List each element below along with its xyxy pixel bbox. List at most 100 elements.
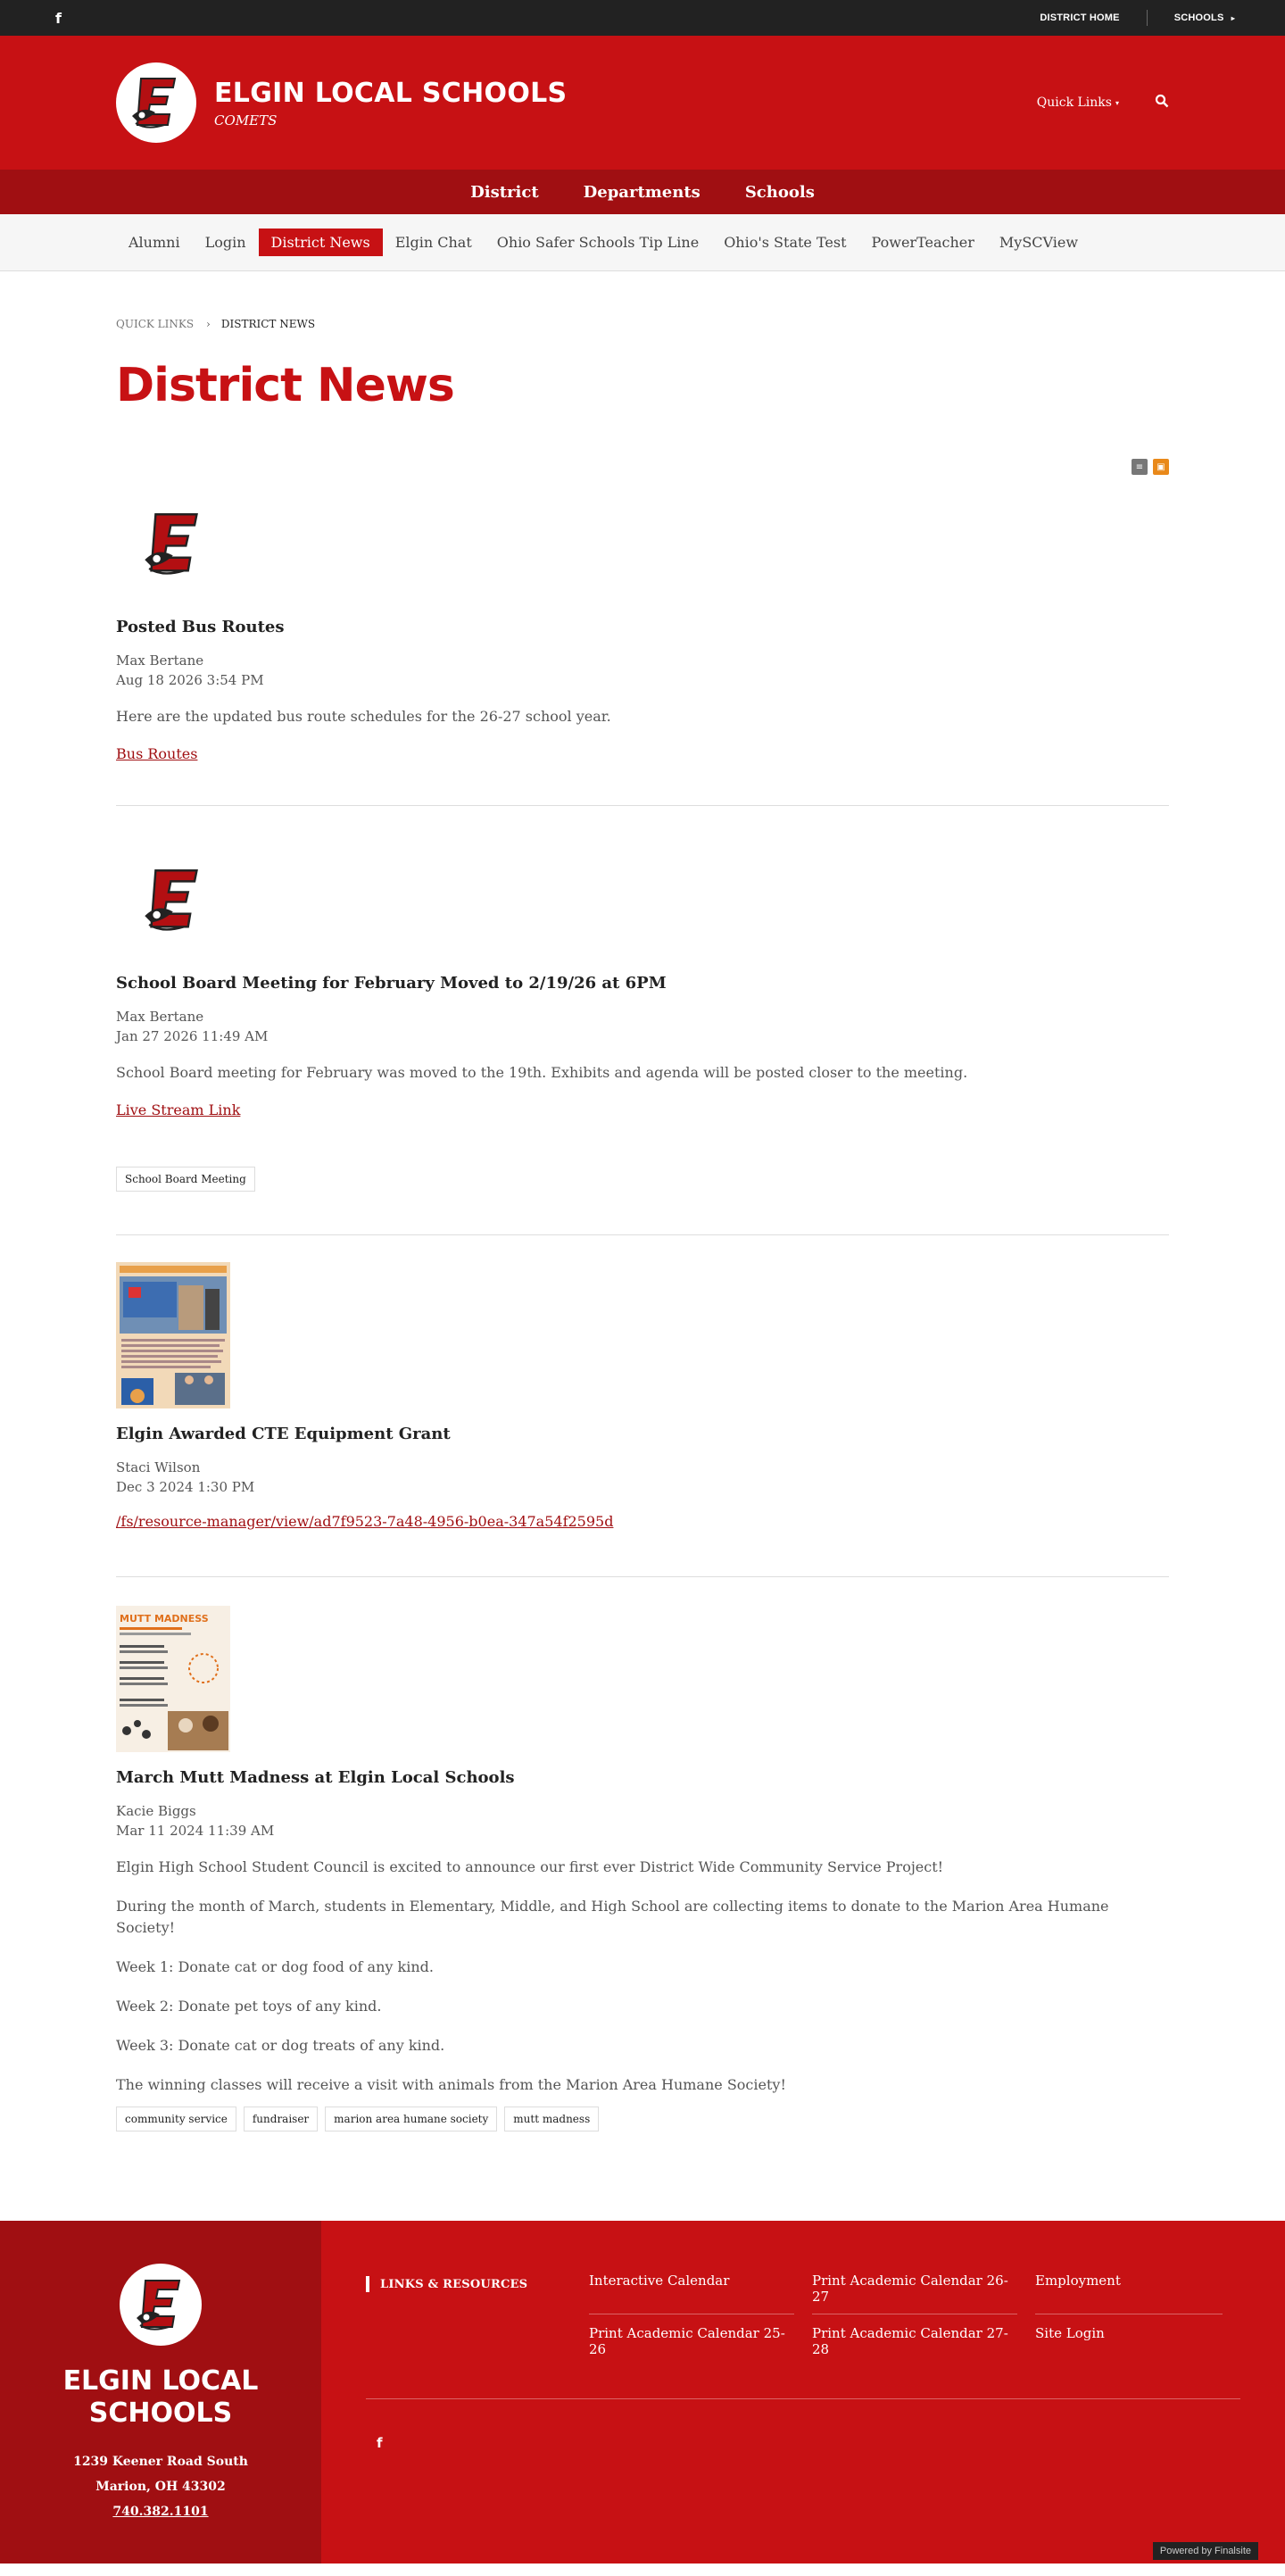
post-title[interactable]: March Mutt Madness at Elgin Local School… — [116, 1768, 1169, 1787]
footer-link[interactable]: Site Login — [1035, 2314, 1223, 2366]
footer-logo — [120, 2264, 202, 2346]
tag[interactable]: community service — [116, 2107, 236, 2131]
footer-brand: ELGIN LOCAL SCHOOLS 1239 Keener Road Sou… — [0, 2221, 321, 2564]
elgin-e-logo-icon — [132, 78, 177, 129]
subnav-district-news[interactable]: District News — [258, 229, 383, 256]
chevron-right-icon: › — [206, 318, 211, 330]
heading-bar — [366, 2276, 369, 2292]
post-title[interactable]: Elgin Awarded CTE Equipment Grant — [116, 1425, 1169, 1443]
subnav-myscview[interactable]: MySCView — [987, 229, 1090, 256]
post-author: Staci Wilson — [116, 1459, 201, 1475]
schools-dropdown[interactable]: SCHOOLS ▸ — [1174, 12, 1235, 23]
resource-link[interactable]: /fs/resource-manager/view/ad7f9523-7a48-… — [116, 1513, 613, 1530]
footer-link[interactable]: Print Academic Calendar 26-27 — [812, 2262, 1017, 2314]
quick-links-label: Quick Links — [1036, 96, 1112, 110]
post-thumbnail: MUTT MADNESS — [116, 1606, 230, 1752]
breadcrumb-current: DISTRICT NEWS — [220, 318, 316, 330]
footer-divider — [366, 2398, 1240, 2399]
post-date: Mar 11 2024 11:39 AM — [116, 1823, 275, 1839]
site-footer: ELGIN LOCAL SCHOOLS 1239 Keener Road Sou… — [0, 2221, 1285, 2564]
news-post: Posted Bus Routes Max Bertane Aug 18 202… — [116, 486, 1169, 806]
tag[interactable]: School Board Meeting — [116, 1167, 255, 1192]
elgin-e-logo-icon — [145, 869, 198, 931]
feed-icons: ≡ ▣ — [116, 459, 1169, 475]
live-stream-link[interactable]: Live Stream Link — [116, 1101, 240, 1118]
caret-down-icon: ▾ — [1115, 98, 1119, 107]
tag[interactable]: marion area humane society — [325, 2107, 498, 2131]
subnav-login[interactable]: Login — [193, 229, 259, 256]
caret-right-icon: ▸ — [1231, 14, 1235, 22]
site-tagline: COMETS — [214, 112, 278, 129]
post-author: Max Bertane — [116, 652, 204, 669]
post-logo — [116, 842, 232, 958]
bus-routes-link[interactable]: Bus Routes — [116, 745, 197, 762]
address-line: 1239 Keener Road South — [73, 2455, 248, 2469]
district-home-link[interactable]: DISTRICT HOME — [1040, 12, 1119, 23]
post-title[interactable]: School Board Meeting for February Moved … — [116, 974, 1169, 993]
nav-district[interactable]: District — [470, 183, 539, 202]
post-paragraph: Here are the updated bus route schedules… — [116, 708, 611, 725]
subnav-elgin-chat[interactable]: Elgin Chat — [383, 229, 485, 256]
post-author: Kacie Biggs — [116, 1803, 196, 1819]
powered-by-badge[interactable]: Powered by Finalsite — [1152, 2542, 1258, 2560]
elgin-e-logo-icon — [137, 2280, 181, 2331]
post-paragraph: Elgin High School Student Council is exc… — [116, 1858, 944, 1875]
post-logo — [116, 486, 232, 602]
main-nav: District Departments Schools — [0, 170, 1285, 214]
news-post: School Board Meeting for February Moved … — [116, 806, 1169, 1235]
post-date: Aug 18 2026 3:54 PM — [116, 672, 264, 688]
nav-departments[interactable]: Departments — [584, 183, 701, 202]
subnav-state-test[interactable]: Ohio's State Test — [711, 229, 858, 256]
breadcrumb: QUICK LINKS › DISTRICT NEWS — [116, 318, 1169, 330]
address-line: Marion, OH 43302 — [95, 2480, 226, 2494]
post-title[interactable]: Posted Bus Routes — [116, 618, 1169, 636]
brand-home-link[interactable]: ELGIN LOCAL SCHOOLS COMETS — [116, 62, 567, 143]
tag[interactable]: fundraiser — [243, 2107, 319, 2131]
footer-link[interactable]: Employment — [1035, 2262, 1223, 2314]
nav-schools[interactable]: Schools — [745, 183, 815, 202]
site-header: ELGIN LOCAL SCHOOLS COMETS Quick Links ▾ — [0, 36, 1285, 170]
post-body: Elgin High School Student Council is exc… — [116, 1857, 1169, 2096]
breadcrumb-quick-links[interactable]: QUICK LINKS — [116, 318, 194, 330]
utility-links: DISTRICT HOME SCHOOLS ▸ — [1040, 10, 1235, 26]
footer-site-name: ELGIN LOCAL SCHOOLS — [62, 2365, 259, 2429]
footer-link[interactable]: Interactive Calendar — [589, 2262, 794, 2314]
tag[interactable]: mutt madness — [504, 2107, 600, 2131]
calendar-feed-icon[interactable]: ▣ — [1153, 459, 1169, 475]
subnav-powerteacher[interactable]: PowerTeacher — [859, 229, 987, 256]
subnav-alumni[interactable]: Alumni — [116, 229, 193, 256]
site-name: ELGIN LOCAL SCHOOLS — [214, 77, 568, 109]
post-paragraph: During the month of March, students in E… — [116, 1898, 1109, 1936]
search-icon[interactable] — [1155, 94, 1169, 112]
post-thumbnail — [116, 1262, 230, 1408]
elgin-e-logo-icon — [145, 513, 198, 575]
footer-links: Interactive Calendar Print Academic Cale… — [589, 2262, 1240, 2366]
thumb-heading: MUTT MADNESS — [120, 1613, 209, 1625]
schools-label: SCHOOLS — [1173, 12, 1224, 23]
post-body: Here are the updated bus route schedules… — [116, 706, 1169, 727]
utility-bar: f DISTRICT HOME SCHOOLS ▸ — [0, 0, 1285, 36]
post-paragraph: Week 3: Donate cat or dog treats of any … — [116, 2037, 445, 2054]
post-paragraph: Week 2: Donate pet toys of any kind. — [116, 1998, 382, 2015]
post-date: Jan 27 2026 11:49 AM — [116, 1028, 269, 1044]
main-content: QUICK LINKS › DISTRICT NEWS District New… — [0, 318, 1285, 2131]
post-date: Dec 3 2024 1:30 PM — [116, 1479, 255, 1495]
sub-nav: Alumni Login District News Elgin Chat Oh… — [0, 214, 1285, 271]
quick-links-dropdown[interactable]: Quick Links ▾ — [1037, 96, 1119, 110]
footer-links-heading: LINKS & RESOURCES — [366, 2262, 589, 2366]
footer-link[interactable]: Print Academic Calendar 25-26 — [589, 2314, 794, 2366]
phone-link[interactable]: 740.382.1101 — [112, 2505, 208, 2519]
post-author: Max Bertane — [116, 1009, 204, 1025]
news-post: Elgin Awarded CTE Equipment Grant Staci … — [116, 1235, 1169, 1577]
rss-icon[interactable]: ≡ — [1132, 459, 1148, 475]
facebook-icon[interactable]: f — [366, 2435, 383, 2451]
post-paragraph: School Board meeting for February was mo… — [116, 1064, 968, 1081]
post-paragraph: Week 1: Donate cat or dog food of any ki… — [116, 1958, 434, 1975]
footer-link[interactable]: Print Academic Calendar 27-28 — [812, 2314, 1017, 2366]
news-post: MUTT MADNESS March Mutt Madness at Elgin… — [116, 1577, 1169, 2131]
subnav-tip-line[interactable]: Ohio Safer Schools Tip Line — [485, 229, 711, 256]
logo — [116, 62, 196, 143]
links-heading-label: LINKS & RESOURCES — [380, 2278, 528, 2291]
page-title: District News — [116, 359, 455, 412]
facebook-icon[interactable]: f — [55, 10, 62, 27]
